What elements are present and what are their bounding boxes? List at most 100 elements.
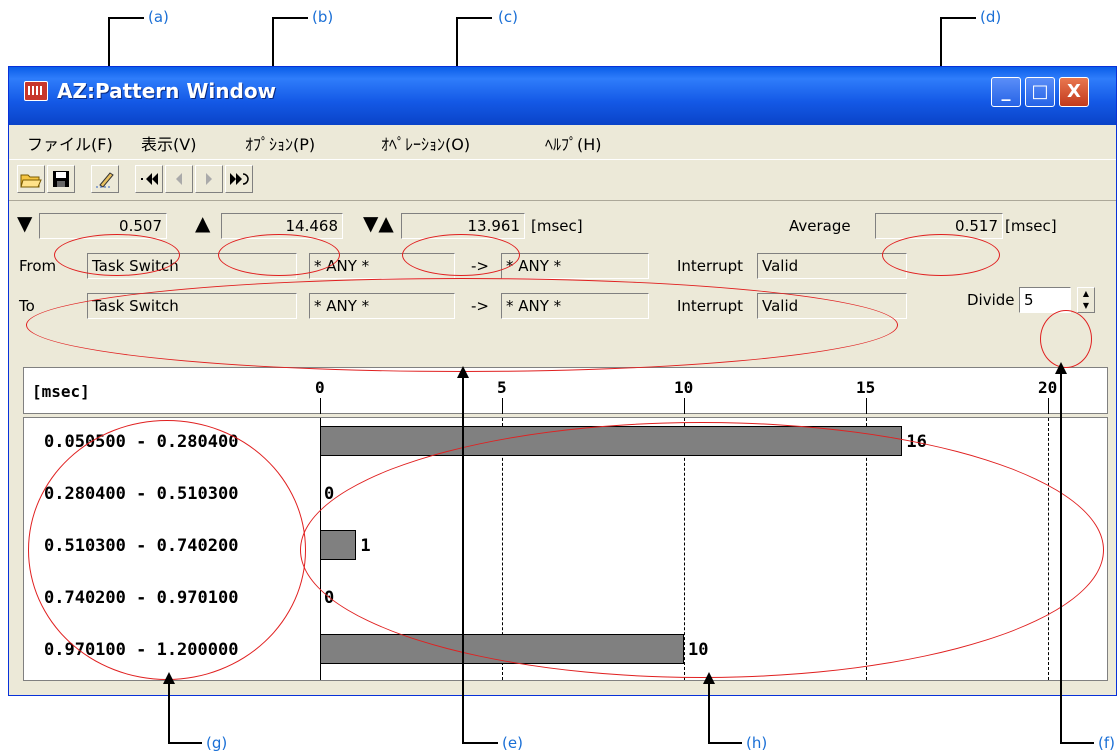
x-tick-label: 0 bbox=[315, 378, 325, 397]
from-dest-field: * ANY * bbox=[501, 253, 649, 279]
callout-e: (e) bbox=[502, 734, 523, 752]
menu-view[interactable]: 表示(V) bbox=[141, 131, 196, 155]
leader-b-h bbox=[272, 17, 308, 19]
from-interrupt-field: Valid bbox=[757, 253, 907, 279]
leader-g-h bbox=[168, 742, 202, 744]
callout-c: (c) bbox=[498, 8, 518, 26]
x-tick-label: 5 bbox=[497, 378, 507, 397]
from-interrupt-label: Interrupt bbox=[677, 257, 744, 275]
leader-f-h bbox=[1060, 742, 1094, 744]
callout-g: (g) bbox=[206, 734, 228, 752]
edit-icon[interactable] bbox=[91, 165, 119, 193]
average-label: Average bbox=[789, 217, 851, 235]
grid-line bbox=[866, 418, 867, 680]
menu-operation[interactable]: ｵﾍﾟﾚｰｼｮﾝ(O) bbox=[381, 131, 470, 155]
average-unit: [msec] bbox=[1005, 217, 1057, 235]
start-marker-icon: ▼ bbox=[17, 211, 33, 235]
leader-f-v bbox=[1060, 368, 1062, 744]
histogram-bar bbox=[320, 634, 684, 664]
bar-count-label: 0 bbox=[324, 484, 335, 504]
x-tick-mark bbox=[684, 398, 685, 414]
from-source-field: * ANY * bbox=[309, 253, 455, 279]
save-icon[interactable] bbox=[47, 165, 75, 193]
title-bar[interactable]: AZ:Pattern Window _ □ X bbox=[9, 67, 1116, 125]
diff-time-field: 13.961 bbox=[401, 213, 525, 239]
previous-icon[interactable] bbox=[165, 165, 193, 193]
to-source-field: * ANY * bbox=[309, 293, 455, 319]
diff-unit: [msec] bbox=[531, 217, 583, 235]
end-marker-icon: ▲ bbox=[195, 211, 211, 235]
leader-e-v bbox=[462, 372, 464, 744]
leader-f-arrow bbox=[1055, 362, 1067, 374]
to-event-field: Task Switch bbox=[87, 293, 297, 319]
bar-count-label: 1 bbox=[360, 536, 371, 556]
graph-unit-label: [msec] bbox=[32, 382, 90, 401]
toolbar bbox=[9, 159, 1116, 201]
divide-input[interactable]: 5 bbox=[1019, 287, 1071, 313]
x-tick-mark bbox=[1048, 398, 1049, 414]
callout-f: (f) bbox=[1098, 734, 1115, 752]
leader-g-v bbox=[168, 678, 170, 744]
last-icon[interactable] bbox=[225, 165, 253, 193]
leader-d-h bbox=[940, 17, 976, 19]
x-tick-label: 20 bbox=[1038, 378, 1058, 397]
close-button[interactable]: X bbox=[1059, 77, 1089, 107]
from-label: From bbox=[19, 257, 57, 275]
to-arrow: -> bbox=[471, 297, 489, 315]
graph-header: [msec] 0 5 10 15 20 bbox=[23, 367, 1108, 414]
menu-file[interactable]: ファイル(F) bbox=[27, 131, 113, 155]
average-field: 0.517 bbox=[875, 213, 1003, 239]
to-dest-field: * ANY * bbox=[501, 293, 649, 319]
histogram-bar bbox=[320, 426, 903, 456]
maximize-button[interactable]: □ bbox=[1025, 77, 1055, 107]
bar-count-label: 0 bbox=[324, 588, 335, 608]
window-title: AZ:Pattern Window bbox=[57, 79, 277, 103]
from-event-field: Task Switch bbox=[87, 253, 297, 279]
callout-a: (a) bbox=[148, 8, 169, 26]
row-range-label: 0.510300 - 0.740200 bbox=[44, 536, 239, 556]
grid-line bbox=[1048, 418, 1049, 680]
open-icon[interactable] bbox=[17, 165, 45, 193]
divide-label: Divide bbox=[967, 291, 1015, 309]
next-icon[interactable] bbox=[195, 165, 223, 193]
leader-e-arrow bbox=[457, 366, 469, 378]
to-interrupt-field: Valid bbox=[757, 293, 907, 319]
row-range-label: 0.970100 - 1.200000 bbox=[44, 640, 239, 660]
x-tick-label: 15 bbox=[856, 378, 876, 397]
bar-count-label: 16 bbox=[906, 432, 927, 452]
grid-line bbox=[684, 418, 685, 680]
histogram-bar bbox=[320, 530, 357, 560]
diff-marker-icon: ▼▲ bbox=[363, 211, 394, 235]
leader-h-h bbox=[708, 742, 742, 744]
menu-bar: ファイル(F) 表示(V) ｵﾌﾟｼｮﾝ(P) ｵﾍﾟﾚｰｼｮﾝ(O) ﾍﾙﾌﾟ… bbox=[9, 125, 1116, 157]
menu-options[interactable]: ｵﾌﾟｼｮﾝ(P) bbox=[245, 131, 315, 155]
leader-g-arrow bbox=[163, 672, 175, 684]
minimize-button[interactable]: _ bbox=[991, 77, 1021, 107]
from-arrow: -> bbox=[471, 257, 489, 275]
app-icon bbox=[24, 81, 48, 101]
callout-d: (d) bbox=[980, 8, 1002, 26]
first-icon[interactable] bbox=[135, 165, 163, 193]
end-time-field: 14.468 bbox=[221, 213, 343, 239]
leader-e-h bbox=[462, 742, 498, 744]
x-tick-mark bbox=[320, 398, 321, 414]
leader-h-arrow bbox=[703, 672, 715, 684]
pattern-window: AZ:Pattern Window _ □ X ファイル(F) 表示(V) ｵﾌ… bbox=[8, 66, 1117, 696]
leader-c-h bbox=[456, 17, 492, 19]
row-range-label: 0.050500 - 0.280400 bbox=[44, 432, 239, 452]
menu-help[interactable]: ﾍﾙﾌﾟ(H) bbox=[545, 131, 602, 155]
divide-spinner[interactable]: ▲ ▼ bbox=[1077, 287, 1095, 313]
x-tick-mark bbox=[866, 398, 867, 414]
to-label: To bbox=[19, 297, 35, 315]
callout-h: (h) bbox=[746, 734, 768, 752]
start-time-field: 0.507 bbox=[39, 213, 167, 239]
leader-h-v bbox=[708, 678, 710, 744]
leader-a-h bbox=[108, 17, 144, 19]
x-tick-mark bbox=[502, 398, 503, 414]
row-range-label: 0.740200 - 0.970100 bbox=[44, 588, 239, 608]
callout-b: (b) bbox=[312, 8, 334, 26]
histogram-plot: 0.050500 - 0.280400 16 0.280400 - 0.510300… bbox=[23, 417, 1108, 681]
bar-count-label: 10 bbox=[688, 640, 709, 660]
to-interrupt-label: Interrupt bbox=[677, 297, 744, 315]
x-tick-label: 10 bbox=[674, 378, 694, 397]
